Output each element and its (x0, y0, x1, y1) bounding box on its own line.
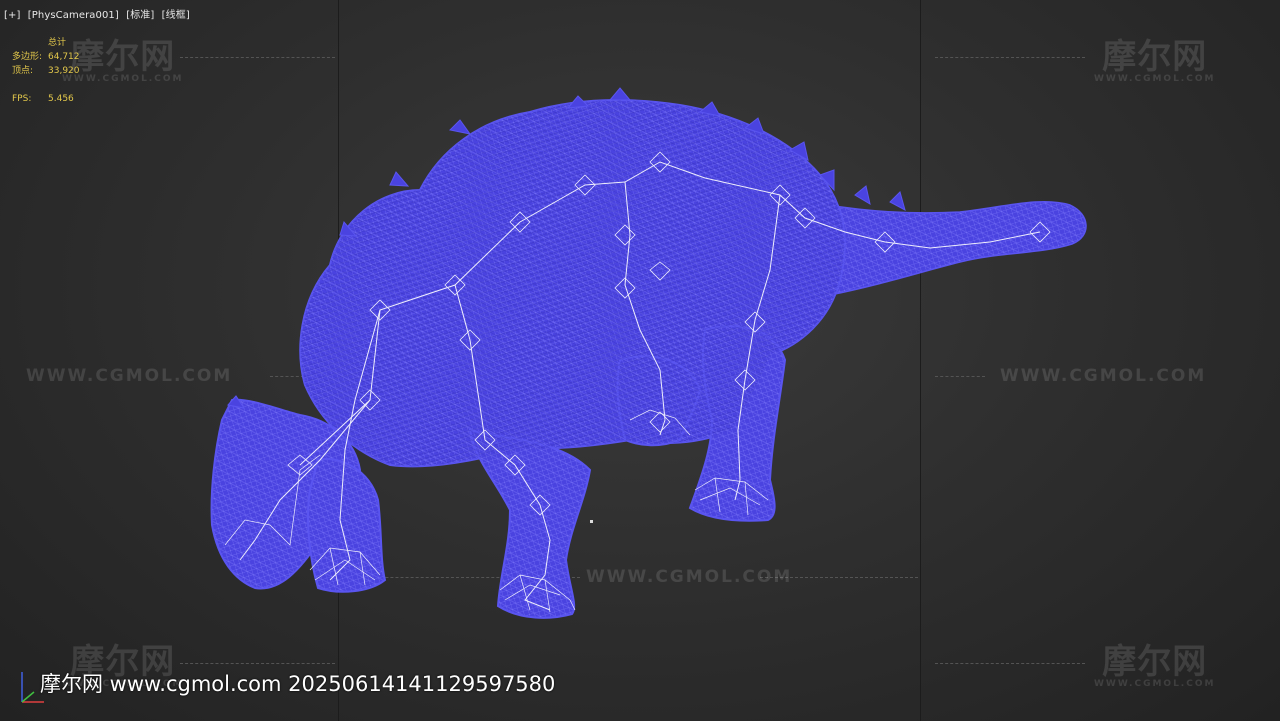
polygons-value: 64,712 (48, 52, 80, 62)
vertices-value: 33,920 (48, 66, 80, 76)
stats-vertices-row: 顶点: 33,920 (12, 64, 80, 78)
stats-polygons-row: 多边形: 64,712 (12, 50, 80, 64)
stats-header-row: 总计 (12, 36, 80, 50)
viewport-statistics: 总计 多边形: 64,712 顶点: 33,920 FPS: 5.456 (12, 36, 80, 106)
pivot-marker (590, 520, 593, 523)
site-watermark-text: 摩尔网 www.cgmol.com 20250614141129597580 (40, 672, 556, 696)
viewport-plus-menu[interactable]: [+] (4, 10, 20, 21)
polygons-label: 多边形: (12, 52, 43, 62)
viewport-camera-menu[interactable]: [PhysCamera001] (28, 10, 119, 21)
3d-viewport[interactable]: 摩尔网 WWW.CGMOL.COM 摩尔网 WWW.CGMOL.COM 摩尔网 … (0, 0, 1280, 721)
fps-value: 5.456 (48, 94, 74, 104)
viewport-label-menu[interactable]: [+] [PhysCamera001] [标准] [线框] (4, 6, 194, 21)
axis-y-line (21, 691, 35, 703)
dinosaur-body-mesh (210, 87, 1087, 619)
viewport-shading-menu[interactable]: [标准] (126, 10, 154, 21)
fps-label: FPS: (12, 94, 32, 104)
front-right-leg-mesh (468, 428, 592, 619)
vertices-label: 顶点: (12, 66, 34, 76)
stats-header: 总计 (48, 38, 67, 48)
stats-fps-row: FPS: 5.456 (12, 92, 80, 106)
viewport-render-mode-menu[interactable]: [线框] (162, 10, 190, 21)
front-left-leg-mesh (307, 458, 387, 593)
wireframe-model[interactable] (0, 0, 1280, 721)
